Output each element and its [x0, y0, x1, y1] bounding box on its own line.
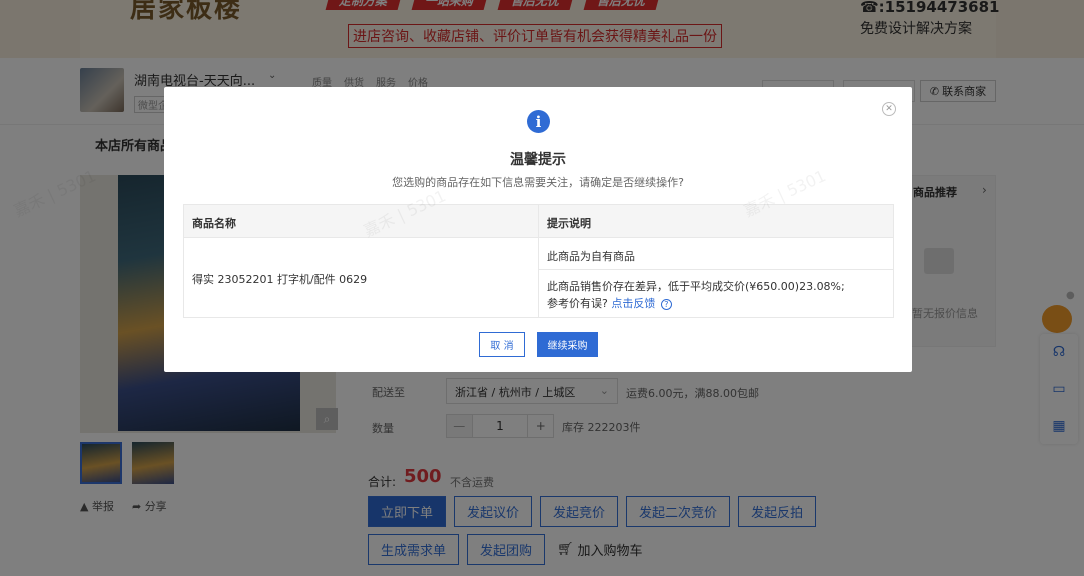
divider	[538, 269, 894, 270]
info-icon: i	[527, 110, 550, 133]
tip-text: 参考价有误?	[547, 297, 608, 310]
product-name-cell: 得实 23052201 打字机/配件 0629	[192, 273, 368, 286]
close-icon[interactable]: ✕	[882, 102, 896, 116]
cancel-button[interactable]: 取 消	[479, 332, 525, 357]
divider	[538, 204, 539, 318]
tip-cell: 此商品为自有商品	[547, 250, 635, 263]
continue-purchase-button[interactable]: 继续采购	[537, 332, 598, 357]
modal-title: 温馨提示	[510, 152, 566, 168]
feedback-link[interactable]: 点击反馈	[611, 297, 655, 310]
question-icon[interactable]: ?	[660, 298, 672, 310]
column-header-name: 商品名称	[192, 217, 236, 230]
column-header-tip: 提示说明	[547, 217, 591, 230]
tip-cell: 参考价有误? 点击反馈 ?	[547, 295, 672, 311]
tip-cell: 此商品销售价存在差异，低于平均成交价(¥650.00)23.08%;	[547, 280, 845, 293]
modal-subtitle: 您选购的商品存在如下信息需要关注，请确定是否继续操作?	[392, 176, 684, 189]
